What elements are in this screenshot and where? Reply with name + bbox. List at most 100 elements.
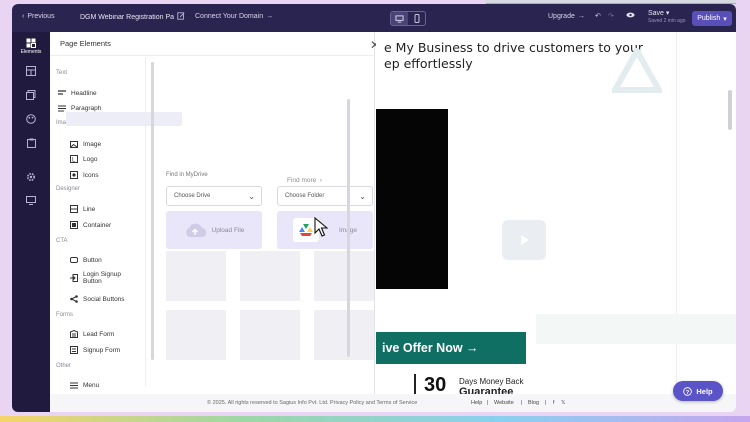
publish-button[interactable]: Publish ▾ [692, 11, 732, 26]
find-more-link[interactable]: Find more › [287, 177, 322, 184]
image-placeholder [240, 310, 300, 360]
line-icon [70, 205, 78, 213]
guarantee-number: 30 [424, 374, 447, 394]
image-placeholder [314, 310, 374, 360]
guarantee-line-1: Days Money Back [459, 377, 524, 386]
footer-help-link[interactable]: Help [471, 400, 482, 406]
bottom-gradient-strip [0, 416, 750, 422]
chevron-down-icon: ▾ [665, 10, 670, 17]
element-lead-form[interactable]: Lead Form [70, 330, 114, 338]
paragraph-icon [58, 104, 66, 112]
chevron-down-icon: ⌄ [248, 192, 255, 201]
footer-blog-link[interactable]: Blog [528, 400, 539, 406]
mouse-cursor-icon [314, 216, 329, 242]
section-designer: Designer [56, 186, 81, 192]
rail-preview[interactable] [12, 196, 50, 205]
desktop-view-button[interactable] [391, 12, 408, 25]
image-label: Image [83, 140, 102, 148]
footer-website-link[interactable]: Website [494, 400, 514, 406]
play-icon [502, 220, 546, 260]
rail-elements[interactable]: Elements [12, 38, 50, 55]
cloud-upload-icon [185, 223, 206, 237]
rail-assets[interactable] [12, 138, 50, 148]
choose-drive-label: Choose Drive [174, 193, 211, 199]
video-block[interactable] [376, 109, 448, 289]
connect-domain-link[interactable]: Connect Your Domain → [195, 13, 273, 20]
button-label: Button [83, 256, 102, 264]
rail-theme[interactable] [12, 114, 50, 124]
element-paragraph[interactable]: Paragraph [58, 104, 101, 112]
redo-icon: ↷ [608, 13, 614, 20]
redo-button[interactable]: ↷ [608, 12, 614, 20]
cta-label: ive Offer Now [382, 341, 463, 355]
element-image[interactable]: Image [70, 140, 101, 148]
help-button[interactable]: ? Help [673, 381, 723, 401]
section-cta: CTA [56, 238, 68, 244]
find-in-mydrive-label: Find in MyDrive [166, 172, 208, 178]
rail-settings[interactable] [12, 172, 50, 182]
page-title-field[interactable]: DGM Webinar Registration Page [80, 12, 185, 22]
container-label: Container [83, 221, 112, 229]
element-container[interactable]: Container [70, 221, 111, 229]
choose-folder-dropdown[interactable]: Choose Folder ⌄ [277, 186, 373, 206]
logo-label: Logo [83, 155, 98, 163]
element-logo[interactable]: L Logo [70, 155, 97, 163]
chevron-right-icon: › [318, 177, 323, 184]
saved-status: Saved 2 min ago [648, 18, 686, 24]
panel-header: Page Elements [50, 32, 375, 56]
elements-scrollbar[interactable] [151, 62, 154, 360]
panel-scrollbar[interactable] [347, 99, 350, 357]
x-icon[interactable]: 𝕏 [561, 400, 565, 406]
edit-icon[interactable] [177, 12, 185, 22]
connect-domain-label: Connect Your Domain [195, 13, 264, 20]
chevron-left-icon: ‹ [22, 13, 25, 20]
element-line[interactable]: Line [70, 205, 95, 213]
element-login-signup-button[interactable]: Login Signup Button [70, 271, 121, 285]
undo-button[interactable]: ↶ [595, 12, 601, 20]
element-headline[interactable]: Headline [58, 89, 97, 97]
copyright-text: © 2025. All rights reserved to Sagius In… [207, 400, 417, 406]
upload-file-label: Upload File [211, 226, 245, 234]
hero-headline[interactable]: e My Business to drive customers to your… [384, 40, 643, 72]
app-window: ‹ Previous DGM Webinar Registration Page… [12, 4, 736, 412]
save-button[interactable]: Save ▾ Saved 2 min ago [648, 9, 686, 24]
element-signup-form[interactable]: Signup Form [70, 346, 120, 354]
rail-pages[interactable] [12, 90, 50, 100]
upgrade-button[interactable]: Upgrade → [548, 13, 585, 20]
rail-elements-label: Elements [20, 49, 42, 55]
preview-button[interactable] [626, 12, 635, 18]
upload-file-card[interactable]: Upload File [166, 211, 262, 249]
rail-sections[interactable] [12, 66, 50, 76]
eye-icon [626, 12, 635, 18]
mobile-icon [414, 14, 419, 23]
terms-link[interactable]: Terms of Service [376, 400, 417, 406]
facebook-icon[interactable]: f [553, 400, 555, 406]
previous-button[interactable]: ‹ Previous [22, 13, 55, 20]
page-canvas[interactable]: e My Business to drive customers to your… [376, 32, 736, 394]
canvas-scrollbar[interactable] [728, 90, 732, 130]
menu-label: Menu [83, 381, 100, 389]
element-button[interactable]: Button [70, 256, 102, 264]
section-other: Other [56, 363, 72, 369]
social-buttons-label: Social Buttons [83, 295, 125, 303]
image-icon [70, 140, 78, 148]
mobile-view-button[interactable] [408, 12, 425, 25]
paragraph-label: Paragraph [71, 104, 102, 112]
undo-icon: ↶ [595, 13, 601, 20]
copyright-label: © 2025. All rights reserved to Sagius In… [207, 400, 329, 406]
arrow-right-icon: → [577, 13, 585, 20]
gear-icon [26, 172, 36, 182]
signup-form-icon [70, 346, 78, 354]
choose-drive-dropdown[interactable]: Choose Drive ⌄ [166, 186, 262, 206]
element-icons[interactable]: Icons [70, 171, 99, 179]
chevron-down-icon: ⌄ [359, 192, 366, 201]
left-rail: Elements [12, 32, 50, 412]
save-label: Save [648, 10, 664, 17]
privacy-policy-link[interactable]: Privacy Policy [330, 400, 364, 406]
element-menu[interactable]: Menu [70, 381, 99, 389]
divider [414, 374, 416, 394]
cta-button[interactable]: ive Offer Now → [376, 332, 526, 364]
element-social-buttons[interactable]: Social Buttons [70, 295, 125, 303]
lead-form-label: Lead Form [83, 330, 115, 338]
faded-section [536, 314, 736, 344]
